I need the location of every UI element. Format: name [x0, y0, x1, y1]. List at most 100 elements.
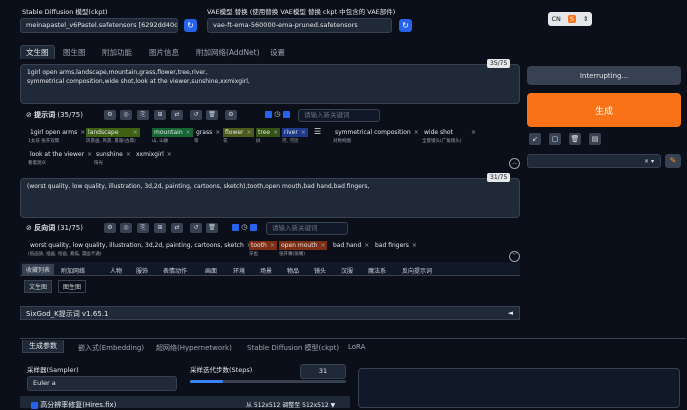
- category-expressions[interactable]: 表情动作: [163, 266, 187, 275]
- collapse-icon[interactable]: ⊘: [26, 111, 32, 119]
- close-icon[interactable]: ×: [414, 129, 419, 136]
- trash-icon[interactable]: 🗑: [206, 110, 218, 120]
- prompt-tag[interactable]: river ×: [282, 128, 308, 137]
- close-icon[interactable]: ×: [215, 129, 220, 136]
- interrupt-button[interactable]: Interrupting...: [527, 66, 681, 85]
- category-favorites[interactable]: 收藏列表: [22, 264, 55, 275]
- prompt-tag[interactable]: symmetrical composition ×: [333, 128, 421, 137]
- generate-button[interactable]: 生成: [527, 93, 681, 127]
- close-icon[interactable]: ×: [186, 129, 191, 136]
- prompt-tag[interactable]: tree ×: [256, 128, 281, 137]
- prompt-tag[interactable]: bad hand ×: [331, 241, 371, 250]
- close-icon[interactable]: ×: [87, 151, 92, 158]
- category-extra-networks[interactable]: 附加网络: [61, 266, 85, 275]
- translate-icon[interactable]: ⇄: [171, 110, 183, 120]
- category-clothing[interactable]: 服饰: [136, 266, 148, 275]
- model-select[interactable]: meinapastel_v6Pastel.safetensors [6292dd…: [20, 18, 178, 33]
- copy-icon[interactable]: ⎘: [137, 223, 149, 233]
- category-objects[interactable]: 物品: [287, 266, 299, 275]
- undo-icon[interactable]: ↺: [190, 110, 202, 120]
- prompt-tag[interactable]: 1girl open arms ×: [28, 128, 87, 137]
- prompt-tag[interactable]: landscape ×: [86, 128, 140, 137]
- close-icon[interactable]: ×: [471, 129, 476, 136]
- prompt-tag[interactable]: flower ×: [223, 128, 254, 137]
- vae-select[interactable]: vae-ft-ema-560000-ema-pruned.safetensors: [207, 18, 392, 33]
- close-icon[interactable]: ×: [320, 242, 325, 249]
- language-select[interactable]: CN S ⇕: [548, 12, 592, 26]
- steps-input[interactable]: 31: [300, 364, 346, 379]
- prompt-tag[interactable]: grass ×: [194, 128, 222, 137]
- category-environment[interactable]: 环境: [233, 266, 245, 275]
- positive-prompt-input[interactable]: 1girl open arms,landscape,mountain,grass…: [20, 64, 520, 104]
- subtab-txt2img[interactable]: 文生图: [24, 280, 53, 293]
- refresh-model-button[interactable]: ↻: [184, 19, 197, 32]
- close-icon[interactable]: ×: [126, 151, 131, 158]
- paste-icon[interactable]: ⊞: [154, 223, 166, 233]
- category-camera[interactable]: 镜头: [314, 266, 326, 275]
- steps-slider-track[interactable]: [190, 380, 346, 383]
- tab-lora[interactable]: LoRA: [348, 343, 365, 351]
- negative-keyword-input[interactable]: 请输入新关键词: [266, 222, 348, 235]
- settings-icon[interactable]: ⚙: [104, 110, 116, 120]
- tab-checkpoint[interactable]: Stable Diffusion 模型(ckpt): [247, 343, 339, 353]
- translate-icon[interactable]: ⇄: [171, 223, 183, 233]
- prompt-tag[interactable]: mountain ×: [152, 128, 193, 137]
- tab-addnet[interactable]: 附加网络(AddNet): [196, 47, 260, 58]
- clear-icon[interactable]: × ▾: [644, 155, 654, 167]
- hires-checkbox-row[interactable]: 高分辨率修复(Hires.fix): [31, 400, 116, 410]
- chevron-down-icon[interactable]: ﹀: [509, 251, 520, 262]
- checkbox-icon[interactable]: [232, 223, 239, 231]
- history-icon[interactable]: ◎: [120, 223, 132, 233]
- prompt-tag[interactable]: look at the viewer ×: [28, 150, 94, 159]
- tab-img2img[interactable]: 图生图: [63, 47, 86, 58]
- category-hanfu[interactable]: 汉服: [341, 266, 353, 275]
- prompt-tag[interactable]: open mouth ×: [279, 241, 328, 250]
- checkbox-icon[interactable]: [265, 110, 272, 118]
- settings-icon[interactable]: ⚙: [104, 223, 116, 233]
- extension-header[interactable]: SixGod_K提示词 v1.65.1 ◄: [20, 306, 520, 320]
- tab-settings[interactable]: 设置: [270, 47, 285, 58]
- negative-prompt-input[interactable]: (worst quality, low quality, illustratio…: [20, 178, 520, 218]
- tab-txt2img[interactable]: 文生图: [20, 45, 55, 59]
- category-negative[interactable]: 反向提示词: [402, 266, 432, 275]
- trash-icon[interactable]: 🗑: [206, 223, 218, 233]
- positive-keyword-input[interactable]: 请输入新关键词: [298, 109, 380, 122]
- close-icon[interactable]: ×: [412, 242, 417, 249]
- tab-generation-params[interactable]: 生成参数: [22, 340, 64, 353]
- tab-hypernetwork[interactable]: 超网络(Hypernetwork): [156, 343, 232, 353]
- checkbox-icon[interactable]: [31, 401, 38, 409]
- prompt-tag[interactable]: tooth ×: [249, 241, 277, 250]
- chevron-up-icon[interactable]: ︿: [509, 158, 520, 169]
- checkbox-icon[interactable]: [249, 223, 257, 231]
- category-magic[interactable]: 魔法系: [368, 266, 386, 275]
- close-icon[interactable]: ×: [364, 242, 369, 249]
- close-icon[interactable]: ×: [247, 129, 252, 136]
- subtab-img2img[interactable]: 图生图: [58, 280, 87, 293]
- undo-icon[interactable]: ↺: [190, 223, 202, 233]
- gear-icon[interactable]: ⚙: [225, 110, 237, 120]
- prompt-tag[interactable]: bad fingers ×: [373, 241, 419, 250]
- arrow-icon[interactable]: ↙: [529, 133, 541, 145]
- prompt-tag[interactable]: wide shot ×: [422, 128, 478, 137]
- close-icon[interactable]: ×: [270, 242, 275, 249]
- close-icon[interactable]: ×: [80, 129, 85, 136]
- tab-extras[interactable]: 附加功能: [102, 47, 132, 58]
- prompt-tag[interactable]: sunshine ×: [94, 150, 133, 159]
- tab-png-info[interactable]: 图片信息: [149, 47, 179, 58]
- close-icon[interactable]: ×: [273, 129, 278, 136]
- prompt-tag[interactable]: xxmixgirl ×: [134, 150, 174, 159]
- line-break-icon[interactable]: ☰: [314, 127, 321, 136]
- paste-icon[interactable]: ⊞: [154, 110, 166, 120]
- category-scene-view[interactable]: 画面: [205, 266, 217, 275]
- history-icon[interactable]: ◎: [120, 110, 132, 120]
- close-icon[interactable]: ×: [301, 129, 306, 136]
- close-icon[interactable]: ×: [167, 151, 172, 158]
- square-icon[interactable]: ▢: [549, 133, 561, 145]
- copy-icon[interactable]: ⎘: [137, 110, 149, 120]
- pencil-icon[interactable]: ✎: [665, 154, 681, 168]
- collapse-arrow-icon[interactable]: ◄: [508, 309, 513, 317]
- prompt-tag[interactable]: worst quality, low quality, illustration…: [28, 241, 254, 250]
- checkbox-icon[interactable]: [282, 110, 290, 118]
- clock-icon[interactable]: ◷: [241, 223, 247, 231]
- styles-select[interactable]: × ▾: [527, 154, 661, 168]
